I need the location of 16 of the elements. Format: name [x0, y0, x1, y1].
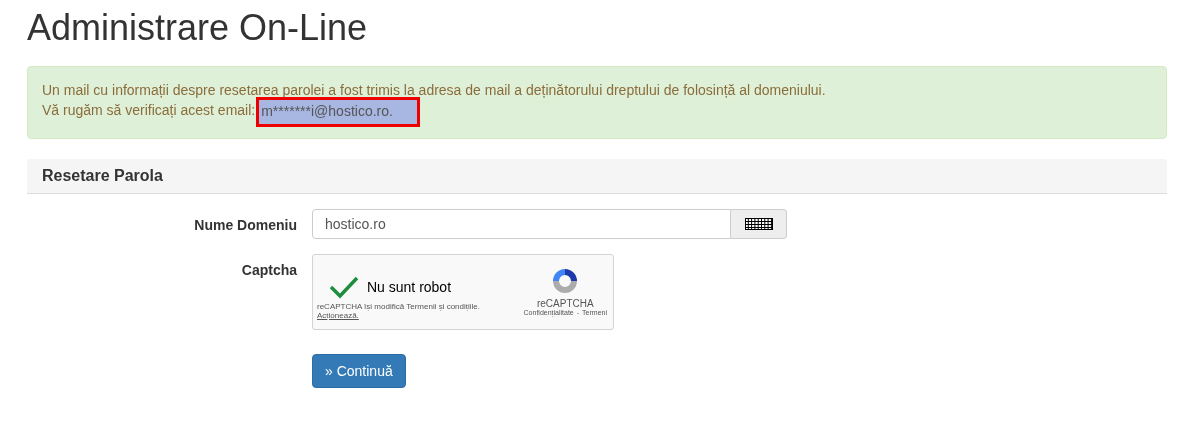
captcha-notice: reCAPTCHA își modifică Termenii și condițiile.: [317, 302, 480, 311]
checkmark-icon[interactable]: [329, 275, 359, 299]
continue-button[interactable]: » Continuă: [312, 354, 406, 388]
alert-message: Un mail cu informații despre resetarea parolei a fost trimis la adresa de mail a deținătorului dreptului de folosință al domeniului.: [42, 81, 827, 100]
highlighted-email: m*******i@hostico.ro.: [259, 100, 417, 124]
keyboard-button[interactable]: [731, 209, 787, 239]
panel-title: Resetare Parola: [42, 167, 163, 184]
keyboard-icon: [744, 218, 773, 230]
alert-message: Vă rugăm să verificați acest email:: [42, 101, 256, 120]
page-title: Administrare On-Line: [27, 6, 369, 48]
captcha-brand: reCAPTCHA: [536, 298, 594, 309]
captcha-label: Nu sunt robot: [367, 279, 452, 295]
captcha-notice-link[interactable]: Acționează.: [317, 311, 480, 320]
field-label: Nume Domeniu: [193, 216, 298, 233]
field-label: Captcha: [240, 261, 298, 278]
domain-input-field[interactable]: hostico.ro: [312, 209, 731, 239]
